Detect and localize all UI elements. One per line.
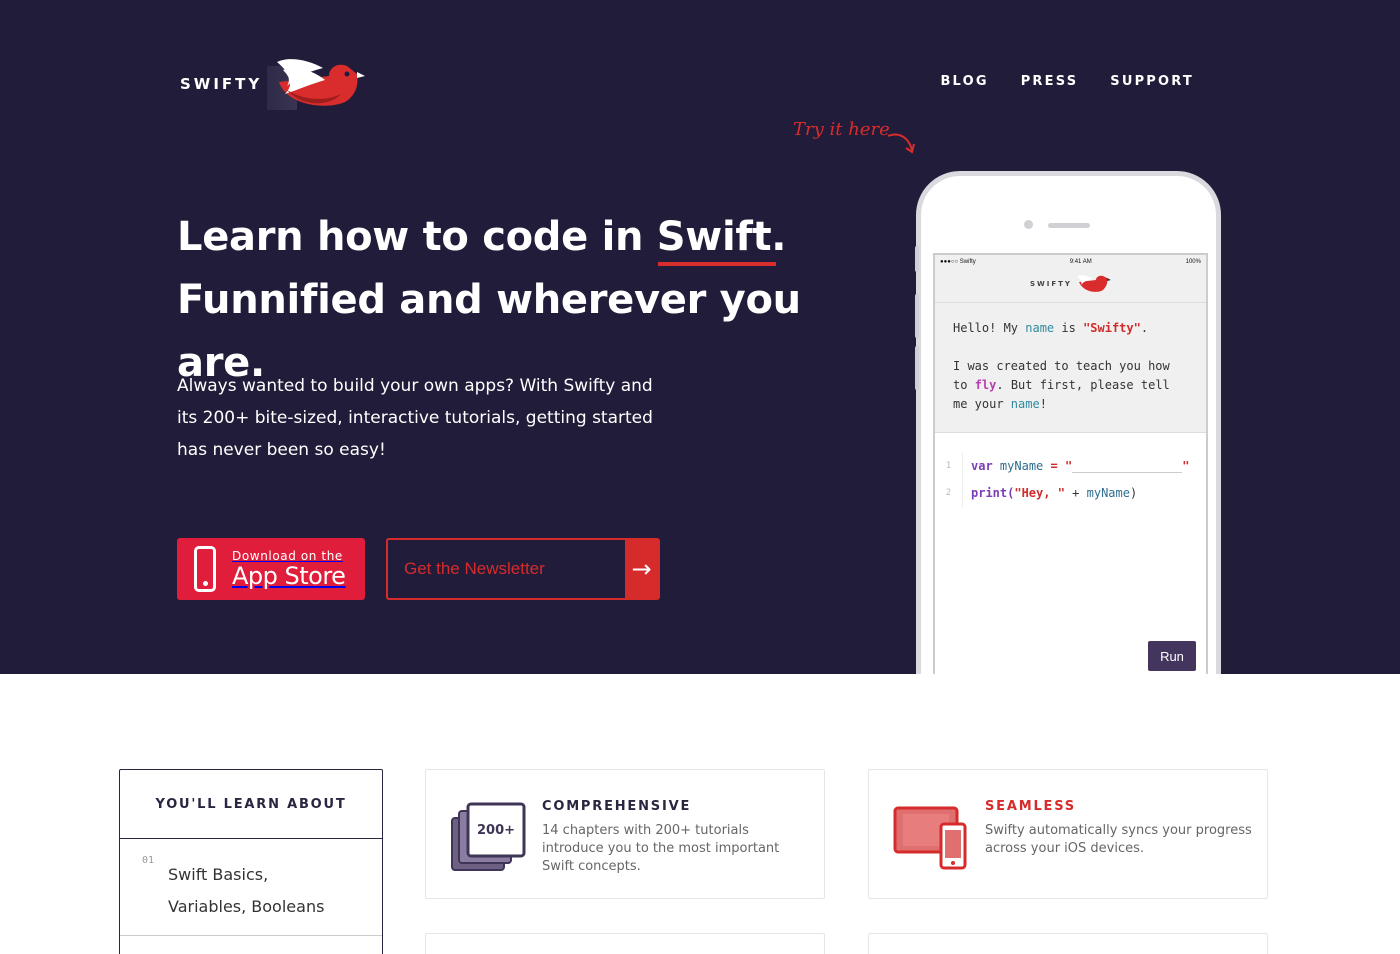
logo-text: SWIFTY — [180, 75, 263, 93]
chat-bubble: Hello! My name is "Swifty". I was create… — [935, 303, 1206, 433]
nav-support[interactable]: SUPPORT — [1110, 74, 1194, 89]
phone-camera — [1024, 220, 1033, 229]
topic-line2: Variables, Booleans — [168, 897, 325, 916]
hero-title-accent: Swift. — [657, 206, 787, 269]
line-number: 2 — [935, 480, 963, 507]
badge-200-text: 200+ — [477, 823, 515, 838]
mini-logo-text: SWIFTY — [1030, 280, 1072, 288]
feature-card-comprehensive: 200+ COMPREHENSIVE 14 chapters with 200+… — [425, 769, 825, 899]
ios-status-bar: ●●●○○ Swifty 9:41 AM 100% — [935, 255, 1206, 269]
nav-press[interactable]: PRESS — [1021, 74, 1079, 89]
devices-icon — [893, 806, 967, 870]
arrow-right-icon: → — [631, 555, 652, 583]
feature-text: 14 chapters with 200+ tutorials introduc… — [542, 823, 780, 874]
app-header: SWIFTY — [935, 269, 1206, 303]
phone-screen: ●●●○○ Swifty 9:41 AM 100% SWIFTY Hello! … — [933, 253, 1208, 674]
appstore-small-label: Download on the — [232, 549, 343, 563]
stacked-screens-icon: 200+ — [451, 802, 526, 871]
feature-card — [868, 933, 1268, 954]
app-store-button[interactable]: Download on the App Store — [177, 538, 365, 600]
feature-card — [425, 933, 825, 954]
status-battery: 100% — [1185, 259, 1201, 265]
phone-side-button — [915, 294, 919, 338]
hero-section: SWIFTY BLOG PRESS SUPPORT Learn how to c… — [0, 0, 1400, 674]
chat-line-2: I was created to teach you how to fly. B… — [953, 359, 1170, 411]
feature-text: Swifty automatically syncs your progress… — [985, 823, 1252, 856]
appstore-big-label: App Store — [232, 562, 346, 590]
swifty-logo[interactable]: SWIFTY — [177, 58, 377, 112]
status-time: 9:41 AM — [1069, 259, 1092, 265]
bird-icon — [267, 59, 365, 110]
code-input-field[interactable] — [1072, 459, 1183, 473]
try-it-label: Try it here — [793, 119, 890, 140]
code-editor[interactable]: 1 var myName = " " 2 print("Hey, " + myNa… — [935, 433, 1206, 507]
mini-bird-icon — [1077, 275, 1111, 292]
code-line: 1 var myName = " " — [935, 453, 1206, 480]
phone-speaker — [1048, 223, 1090, 228]
phone-side-button — [915, 246, 919, 272]
phone-side-button — [915, 346, 919, 390]
newsletter-form: → — [386, 538, 660, 600]
main-nav: BLOG PRESS SUPPORT — [940, 74, 1194, 89]
feature-title: COMPREHENSIVE — [542, 799, 692, 814]
run-button[interactable]: Run — [1148, 641, 1196, 671]
line-number: 1 — [935, 453, 963, 480]
newsletter-submit-button[interactable]: → — [625, 540, 658, 598]
learn-about-box: YOU'LL LEARN ABOUT 01 Swift Basics, Vari… — [119, 769, 383, 954]
code-line: 2 print("Hey, " + myName) — [935, 480, 1206, 507]
learn-about-heading: YOU'LL LEARN ABOUT — [120, 770, 382, 839]
iphone-mockup: ●●●○○ Swifty 9:41 AM 100% SWIFTY Hello! … — [915, 171, 1221, 674]
curved-arrow-icon — [887, 133, 915, 154]
status-carrier: ●●●○○ Swifty — [940, 259, 976, 265]
hero-description: Always wanted to build your own apps? Wi… — [177, 376, 653, 460]
iphone-icon — [194, 546, 216, 592]
nav-blog[interactable]: BLOG — [940, 74, 988, 89]
topic-line1: Swift Basics, — [168, 865, 269, 884]
feature-card-seamless: SEAMLESS Swifty automatically syncs your… — [868, 769, 1268, 899]
learn-topic-item[interactable]: 01 Swift Basics, Variables, Booleans — [120, 839, 382, 936]
hero-title: Learn how to code in Swift. Funnified an… — [177, 206, 897, 395]
newsletter-email-input[interactable] — [388, 540, 625, 598]
hero-title-prefix: Learn how to code in — [177, 214, 657, 260]
chat-line-1: Hello! My name is "Swifty". — [953, 321, 1149, 335]
topic-number: 01 — [142, 855, 155, 866]
feature-title: SEAMLESS — [985, 799, 1076, 814]
